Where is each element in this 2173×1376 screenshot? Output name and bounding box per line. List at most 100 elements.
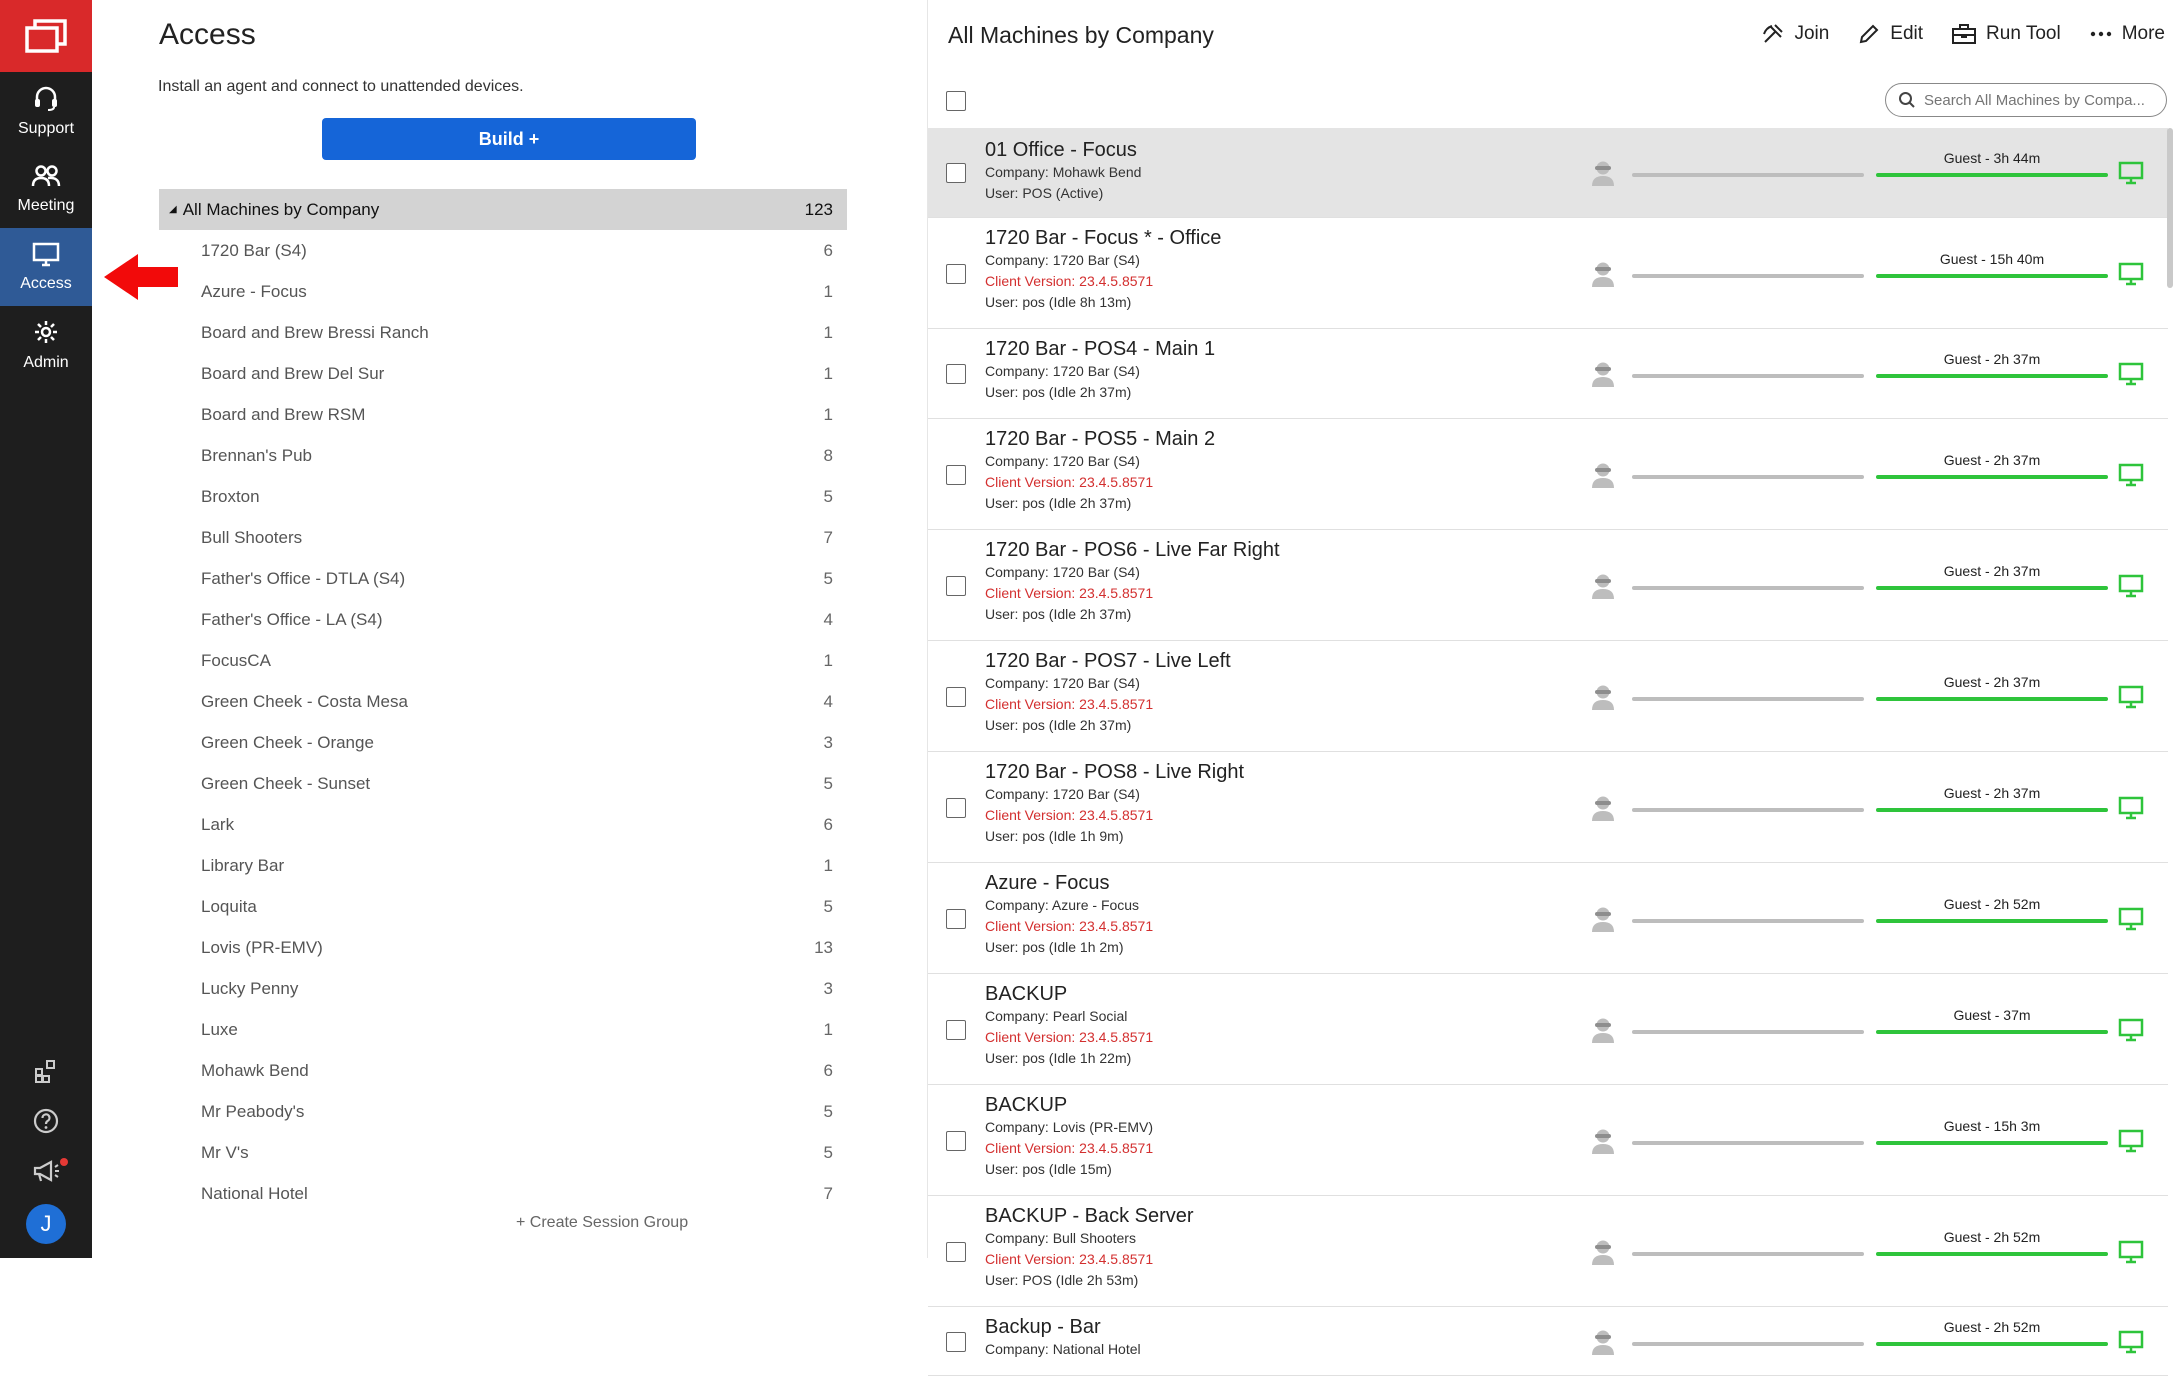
- row-checkbox[interactable]: [946, 1241, 966, 1262]
- row-checkbox[interactable]: [946, 1331, 966, 1352]
- row-checkbox[interactable]: [946, 575, 966, 596]
- avatar[interactable]: J: [26, 1204, 66, 1244]
- row-checkbox[interactable]: [946, 263, 966, 284]
- monitor-online-icon[interactable]: [2118, 262, 2144, 291]
- machine-row[interactable]: 1720 Bar - Focus * - Office Company: 1720…: [928, 218, 2168, 329]
- guest-duration: Guest - 2h 52m: [1943, 1318, 2041, 1335]
- row-checkbox[interactable]: [946, 797, 966, 818]
- host-connection-bar: [1632, 585, 1864, 590]
- machine-user: User: pos (Idle 1h 2m): [985, 939, 1124, 955]
- help-button[interactable]: [0, 1096, 92, 1146]
- session-group-item[interactable]: Azure - Focus 1: [159, 271, 847, 312]
- machine-company: Company: 1720 Bar (S4): [985, 675, 1140, 691]
- machine-row[interactable]: 1720 Bar - POS7 - Live Left Company: 1720…: [928, 641, 2168, 752]
- row-checkbox[interactable]: [946, 163, 966, 183]
- session-group-item[interactable]: Father's Office - DTLA (S4) 5: [159, 558, 847, 599]
- app-logo[interactable]: [0, 0, 92, 72]
- search-input[interactable]: [1924, 91, 2154, 109]
- row-checkbox[interactable]: [946, 1130, 966, 1151]
- session-group-item[interactable]: Board and Brew Bressi Ranch 1: [159, 312, 847, 353]
- session-group-item[interactable]: Lovis (PR-EMV) 13: [159, 927, 847, 968]
- nav-support[interactable]: Support: [0, 72, 92, 150]
- nav-meeting[interactable]: Meeting: [0, 150, 92, 228]
- machine-row[interactable]: Backup - Bar Company: National Hotel Guest…: [928, 1307, 2168, 1376]
- session-group-item[interactable]: Board and Brew Del Sur 1: [159, 353, 847, 394]
- machine-row[interactable]: 1720 Bar - POS8 - Live Right Company: 172…: [928, 752, 2168, 863]
- session-group-item[interactable]: Library Bar 1: [159, 845, 847, 886]
- machine-row[interactable]: 1720 Bar - POS4 - Main 1 Company: 1720 Ba…: [928, 329, 2168, 419]
- toolbox-icon: [1952, 24, 1977, 44]
- collapse-triangle-icon[interactable]: ◢: [169, 204, 177, 215]
- machine-row[interactable]: BACKUP Company: Lovis (PR-EMV) Client Vers…: [928, 1085, 2168, 1196]
- nav-access[interactable]: Access: [0, 228, 92, 306]
- session-group-item[interactable]: Lark 6: [159, 804, 847, 845]
- monitor-online-icon[interactable]: [2118, 796, 2144, 825]
- group-name: Brennan's Pub: [201, 445, 312, 465]
- session-group-item[interactable]: Board and Brew RSM 1: [159, 394, 847, 435]
- extensions-button[interactable]: [0, 1046, 92, 1096]
- host-connection-bar: [1632, 1029, 1864, 1034]
- session-group-item[interactable]: Mohawk Bend 6: [159, 1050, 847, 1091]
- more-button[interactable]: More: [2089, 22, 2165, 46]
- select-all-checkbox[interactable]: [946, 91, 966, 111]
- guest-connection-bar: [1876, 1140, 2108, 1145]
- monitor-online-icon[interactable]: [2118, 161, 2144, 190]
- machine-company: Company: 1720 Bar (S4): [985, 363, 1140, 379]
- session-group-item[interactable]: Luxe 1: [159, 1009, 847, 1050]
- monitor-online-icon[interactable]: [2118, 574, 2144, 603]
- guest-connection-bar: [1876, 273, 2108, 278]
- session-group-item[interactable]: National Hotel 7: [159, 1173, 847, 1214]
- logo-icon: [25, 19, 67, 53]
- machine-row[interactable]: BACKUP - Back Server Company: Bull Shoote…: [928, 1196, 2168, 1307]
- monitor-online-icon[interactable]: [2118, 1330, 2144, 1359]
- build-button[interactable]: Build +: [322, 118, 696, 160]
- session-group-item[interactable]: Mr Peabody's 5: [159, 1091, 847, 1132]
- machine-list-scrollbar[interactable]: [2167, 128, 2173, 288]
- session-group-item[interactable]: Green Cheek - Orange 3: [159, 722, 847, 763]
- group-name: Board and Brew Bressi Ranch: [201, 322, 429, 342]
- nav-admin[interactable]: Admin: [0, 306, 92, 384]
- guest-duration: Guest - 15h 40m: [1939, 250, 2045, 267]
- monitor-online-icon[interactable]: [2118, 907, 2144, 936]
- session-group-item[interactable]: Father's Office - LA (S4) 4: [159, 599, 847, 640]
- row-checkbox[interactable]: [946, 686, 966, 707]
- announcements-button[interactable]: [0, 1146, 92, 1196]
- session-group-item[interactable]: Broxton 5: [159, 476, 847, 517]
- group-all-machines[interactable]: ◢ All Machines by Company 123: [159, 189, 847, 230]
- machine-row[interactable]: 01 Office - Focus Company: Mohawk Bend Use…: [928, 128, 2168, 218]
- session-group-item[interactable]: Green Cheek - Costa Mesa 4: [159, 681, 847, 722]
- session-group-item[interactable]: Brennan's Pub 8: [159, 435, 847, 476]
- machine-info: 1720 Bar - POS4 - Main 1 Company: 1720 Ba…: [985, 337, 1215, 403]
- nav-admin-label: Admin: [23, 354, 69, 371]
- machine-name: BACKUP: [985, 1094, 1068, 1116]
- monitor-online-icon[interactable]: [2118, 1018, 2144, 1047]
- group-count: 6: [823, 1060, 833, 1080]
- row-checkbox[interactable]: [946, 1019, 966, 1040]
- session-group-item[interactable]: 1720 Bar (S4) 6: [159, 230, 847, 271]
- run-tool-button[interactable]: Run Tool: [1951, 22, 2061, 46]
- machine-row[interactable]: Azure - Focus Company: Azure - Focus Clien…: [928, 863, 2168, 974]
- session-group-item[interactable]: Bull Shooters 7: [159, 517, 847, 558]
- gear-icon: [35, 321, 57, 343]
- session-group-item[interactable]: FocusCA 1: [159, 640, 847, 681]
- row-checkbox[interactable]: [946, 364, 966, 384]
- machine-row[interactable]: BACKUP Company: Pearl Social Client Versio…: [928, 974, 2168, 1085]
- row-checkbox[interactable]: [946, 908, 966, 929]
- monitor-online-icon[interactable]: [2118, 1240, 2144, 1269]
- join-button[interactable]: Join: [1761, 22, 1829, 46]
- machine-row[interactable]: 1720 Bar - POS5 - Main 2 Company: 1720 Ba…: [928, 419, 2168, 530]
- session-group-item[interactable]: Loquita 5: [159, 886, 847, 927]
- machine-row[interactable]: 1720 Bar - POS6 - Live Far Right Company:…: [928, 530, 2168, 641]
- monitor-icon: [32, 242, 60, 267]
- edit-button[interactable]: Edit: [1857, 22, 1923, 46]
- search-box[interactable]: [1885, 83, 2167, 117]
- monitor-online-icon[interactable]: [2118, 463, 2144, 492]
- session-group-item[interactable]: Lucky Penny 3: [159, 968, 847, 1009]
- session-group-item[interactable]: Green Cheek - Sunset 5: [159, 763, 847, 804]
- row-checkbox[interactable]: [946, 464, 966, 485]
- monitor-online-icon[interactable]: [2118, 685, 2144, 714]
- create-session-group-link[interactable]: + Create Session Group: [516, 1214, 688, 1232]
- monitor-online-icon[interactable]: [2118, 362, 2144, 391]
- monitor-online-icon[interactable]: [2118, 1129, 2144, 1158]
- session-group-item[interactable]: Mr V's 5: [159, 1132, 847, 1173]
